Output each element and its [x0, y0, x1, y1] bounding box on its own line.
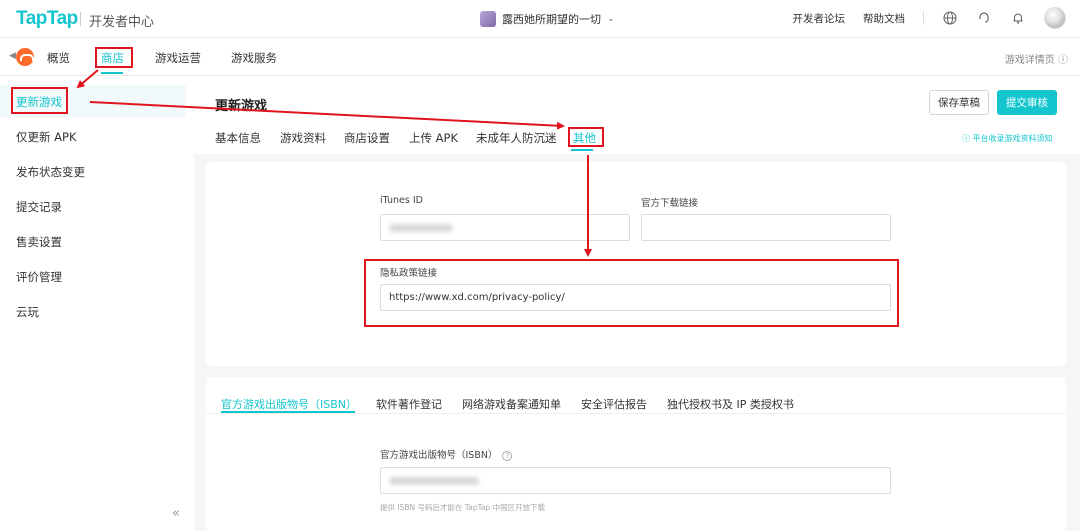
help-icon[interactable]: ? [502, 450, 513, 461]
platform-notice-link[interactable]: ⓘ 平台收录游戏资料须知 [962, 133, 1053, 144]
taptap-logo[interactable]: TapTap [16, 8, 78, 30]
itunes-id-input[interactable] [380, 214, 630, 241]
tab-software-copyright[interactable]: 软件著作登记 [376, 396, 442, 412]
tab-active-indicator [571, 149, 593, 151]
chevron-down-icon: ⌄ [607, 14, 615, 24]
download-link-label: 官方下载链接 [641, 198, 699, 209]
save-draft-button[interactable]: 保存草稿 [929, 90, 989, 115]
top-bar: TapTap 开发者中心 露西她所期望的一切 ⌄ 开发者论坛 帮助文档 [0, 0, 1080, 38]
nav-services[interactable]: 游戏服务 [231, 50, 277, 66]
license-card: 官方游戏出版物号（ISBN） 软件著作登记 网络游戏备案通知单 安全评估报告 独… [206, 377, 1066, 531]
game-switcher[interactable]: 露西她所期望的一切 ⌄ [480, 9, 615, 29]
annotation-box-other-tab [568, 127, 604, 147]
sidebar-item-cloud-play[interactable]: 云玩 [16, 304, 39, 320]
annotation-box-privacy-policy [364, 259, 899, 327]
tab-security-report[interactable]: 安全评估报告 [581, 396, 647, 412]
sidebar-item-update-apk[interactable]: 仅更新 APK [16, 129, 77, 145]
sidebar-item-reviews[interactable]: 评价管理 [16, 269, 62, 285]
redacted-value [389, 476, 479, 485]
top-right-actions: 开发者论坛 帮助文档 [793, 7, 1066, 29]
logo-divider [80, 12, 81, 26]
annotation-box-update-game [11, 87, 68, 114]
isbn-label: 官方游戏出版物号（ISBN）? [380, 447, 513, 461]
game-details-link[interactable]: 游戏详情页 ⓘ [1005, 51, 1068, 66]
game-avatar [480, 11, 496, 27]
tab-authorization[interactable]: 独代授权书及 IP 类授权书 [667, 396, 794, 412]
bell-icon[interactable] [1010, 10, 1026, 26]
page-title: 更新游戏 [215, 99, 268, 114]
headset-icon[interactable] [976, 10, 992, 26]
main-header: 更新游戏 保存草稿 提交审核 基本信息 游戏资料 商店设置 上传 APK 未成年… [194, 76, 1080, 154]
tab-filing-notice[interactable]: 网络游戏备案通知单 [462, 396, 561, 412]
tab-basic-info[interactable]: 基本信息 [215, 130, 261, 146]
annotation-box-store [95, 47, 133, 68]
sidebar: 更新游戏 仅更新 APK 发布状态变更 提交记录 售卖设置 评价管理 云玩 « [0, 76, 194, 531]
developer-center-label: 开发者中心 [89, 15, 155, 30]
sidebar-item-release-status[interactable]: 发布状态变更 [16, 164, 85, 180]
tab-isbn[interactable]: 官方游戏出版物号（ISBN） [221, 396, 357, 412]
game-icon [16, 48, 34, 66]
user-avatar[interactable] [1044, 7, 1066, 29]
itunes-id-label: iTunes ID [380, 195, 423, 206]
tab-anti-addiction[interactable]: 未成年人防沉迷 [476, 130, 557, 146]
game-name: 露西她所期望的一切 [502, 13, 601, 26]
isbn-hint: 提供 ISBN 号码后才能在 TapTap 中国区开放下载 [380, 503, 546, 512]
submit-review-button[interactable]: 提交审核 [997, 90, 1057, 115]
divider [923, 11, 924, 25]
download-link-input[interactable] [641, 214, 891, 241]
nav-overview[interactable]: 概览 [47, 50, 70, 66]
tab-upload-apk[interactable]: 上传 APK [409, 130, 458, 146]
isbn-input[interactable] [380, 467, 891, 494]
tab-divider [206, 413, 1066, 414]
developer-forum-link[interactable]: 开发者论坛 [793, 11, 846, 26]
help-docs-link[interactable]: 帮助文档 [863, 11, 905, 26]
sidebar-item-sales-settings[interactable]: 售卖设置 [16, 234, 62, 250]
redacted-value [389, 223, 453, 232]
sidebar-item-submit-records[interactable]: 提交记录 [16, 199, 62, 215]
nav-active-indicator [101, 72, 123, 74]
collapse-sidebar-button[interactable]: « [172, 506, 180, 521]
globe-icon[interactable] [942, 10, 958, 26]
store-nav: ◀ 概览 商店 游戏运营 游戏服务 游戏详情页 ⓘ [0, 38, 1080, 76]
back-arrow-icon[interactable]: ◀ [9, 51, 16, 61]
nav-operations[interactable]: 游戏运营 [155, 50, 201, 66]
tab-store-settings[interactable]: 商店设置 [344, 130, 390, 146]
tab-game-info[interactable]: 游戏资料 [280, 130, 326, 146]
